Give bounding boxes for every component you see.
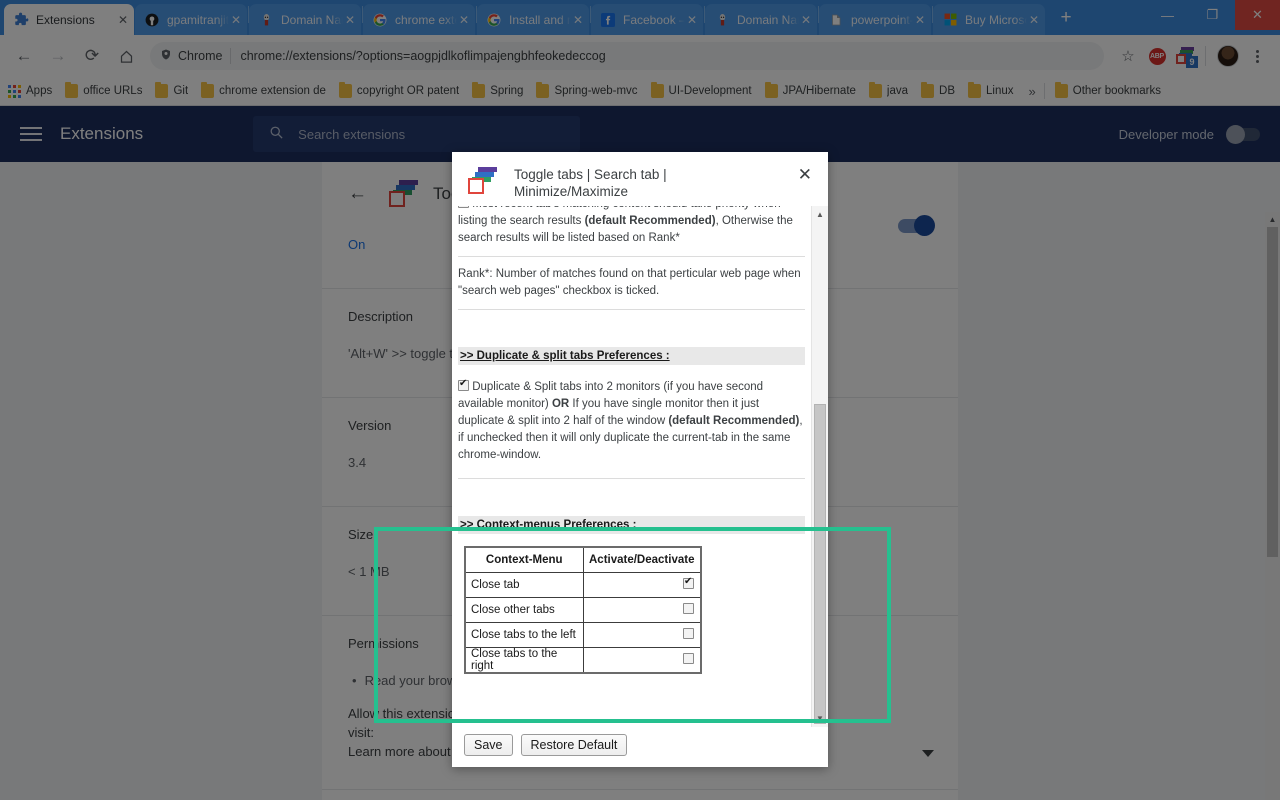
context-menu-label: Close other tabs (465, 597, 583, 622)
dialog-footer: Save Restore Default (452, 727, 828, 767)
dialog-scrollbar[interactable]: ▲ ▼ (811, 206, 828, 727)
spacer (458, 319, 805, 347)
context-section-heading: >> Context-menus Preferences : (458, 516, 805, 534)
scroll-up-arrow[interactable]: ▲ (812, 206, 828, 223)
search-pref-line2-bold: (default Recommended) (585, 215, 716, 227)
dialog-scroll-viewport: Most recent tab's matching content shoul… (452, 206, 811, 727)
context-menu-toggle-cell[interactable] (583, 647, 701, 673)
duplicate-line4: if unchecked then it will only duplicate… (458, 432, 790, 444)
table-row: Close tab (465, 572, 701, 597)
rank-note: Rank*: Number of matches found on that p… (458, 266, 805, 300)
duplicate-split-checkbox[interactable] (458, 380, 469, 391)
table-row: Close tabs to the right (465, 647, 701, 673)
dialog-header: Toggle tabs | Search tab | Minimize/Maxi… (452, 152, 828, 206)
rank-note-line2: "search web pages" checkbox is ticked. (458, 285, 659, 297)
divider (458, 256, 805, 257)
restore-default-button[interactable]: Restore Default (521, 734, 628, 756)
table-header-row: Context-Menu Activate/Deactivate (465, 547, 701, 572)
close-tabs-right-checkbox[interactable] (683, 653, 694, 664)
table-head: Context-Menu Activate/Deactivate (465, 547, 701, 572)
dialog-content: Most recent tab's matching content shoul… (458, 206, 805, 674)
duplicate-line1: Duplicate & Split tabs into 2 monitors (… (472, 381, 763, 393)
dialog-title: Toggle tabs | Search tab | Minimize/Maxi… (514, 166, 754, 200)
scroll-thumb[interactable] (814, 404, 826, 724)
stack-square (468, 178, 484, 194)
context-menu-table: Context-Menu Activate/Deactivate Close t… (464, 546, 702, 674)
context-menu-label: Close tabs to the right (465, 647, 583, 673)
duplicate-pref-paragraph: Duplicate & Split tabs into 2 monitors (… (458, 379, 805, 464)
context-menu-label: Close tabs to the left (465, 622, 583, 647)
spacer (458, 488, 805, 516)
duplicate-section-heading: >> Duplicate & split tabs Preferences : (458, 347, 805, 365)
search-pref-line3: search results will be listed based on R… (458, 232, 680, 244)
search-priority-checkbox[interactable] (458, 206, 469, 208)
column-header-activate: Activate/Deactivate (583, 547, 701, 572)
duplicate-line3-bold: (default Recommended) (668, 415, 799, 427)
table-body: Close tab Close other tabs Close tabs to… (465, 572, 701, 673)
browser-window: Extensions ✕ gpamitranjit ✕ Domain Nam ✕… (0, 0, 1280, 800)
divider (458, 309, 805, 310)
search-pref-line2-a: listing the search results (458, 215, 585, 227)
context-menu-toggle-cell[interactable] (583, 597, 701, 622)
duplicate-line2-c: If you have single monitor then it just (569, 398, 759, 410)
close-tab-checkbox[interactable] (683, 578, 694, 589)
search-pref-paragraph: Most recent tab's matching content shoul… (458, 206, 805, 247)
search-pref-clipped-line: Most recent tab's matching content shoul… (472, 206, 780, 210)
table-row: Close tabs to the left (465, 622, 701, 647)
context-menu-label: Close tab (465, 572, 583, 597)
extension-stack-icon (468, 167, 498, 195)
close-icon[interactable]: ✕ (798, 166, 812, 183)
duplicate-line3-a: duplicate & split into 2 half of the win… (458, 415, 668, 427)
spacer (458, 365, 805, 379)
save-button[interactable]: Save (464, 734, 513, 756)
duplicate-line2-a: available monitor) (458, 398, 552, 410)
search-pref-line2-c: , Otherwise the (716, 215, 793, 227)
duplicate-line5: chrome-window. (458, 449, 541, 461)
dialog-body: Most recent tab's matching content shoul… (452, 206, 828, 727)
scroll-down-arrow[interactable]: ▼ (812, 710, 828, 727)
extension-options-dialog: Toggle tabs | Search tab | Minimize/Maxi… (452, 152, 828, 767)
close-tabs-left-checkbox[interactable] (683, 628, 694, 639)
duplicate-line2-bold: OR (552, 398, 569, 410)
table-row: Close other tabs (465, 597, 701, 622)
close-other-tabs-checkbox[interactable] (683, 603, 694, 614)
context-menu-toggle-cell[interactable] (583, 572, 701, 597)
duplicate-line3-c: , (799, 415, 802, 427)
context-menu-toggle-cell[interactable] (583, 622, 701, 647)
rank-note-line1: Rank*: Number of matches found on that p… (458, 268, 801, 280)
column-header-context-menu: Context-Menu (465, 547, 583, 572)
divider (458, 478, 805, 479)
